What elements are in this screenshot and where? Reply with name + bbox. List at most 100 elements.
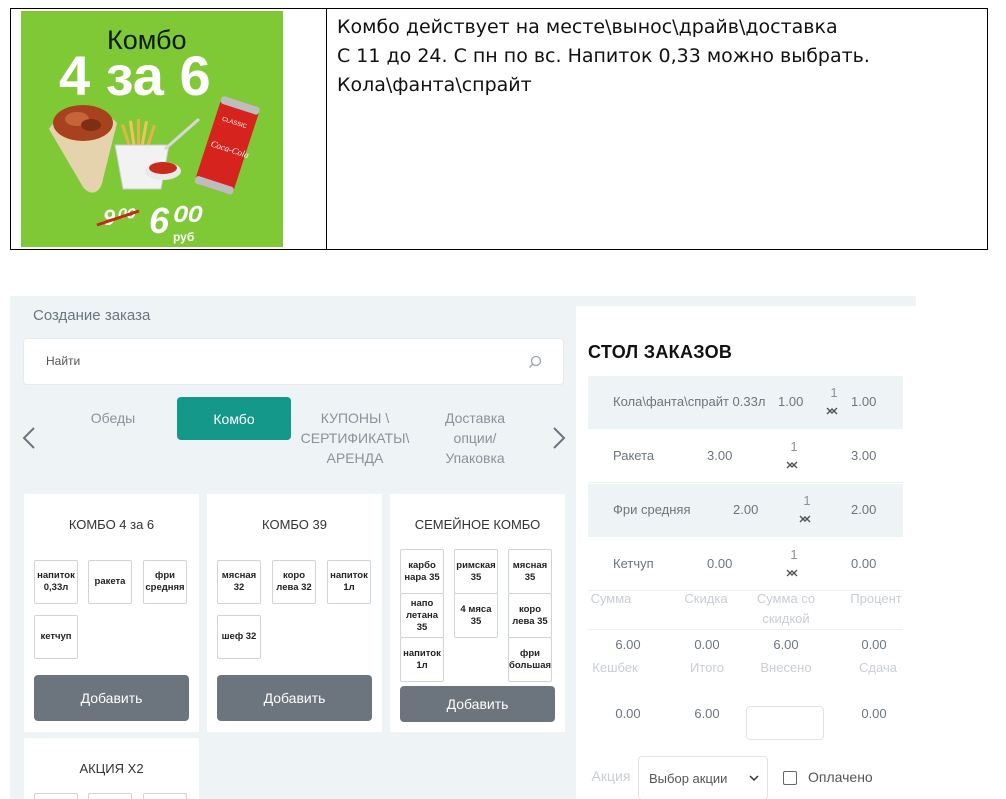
order-item-price: 3.00 <box>707 448 733 463</box>
order-item-price: 1.00 <box>778 394 804 409</box>
item-button[interactable]: мясная 32 <box>217 560 261 604</box>
banner-headline: 4 за 6 <box>59 44 211 107</box>
chevron-down-icon <box>749 775 759 782</box>
promo-description-cell: Комбо действует на месте\вынос\драйв\дос… <box>327 9 987 249</box>
paid-checkbox-label: Оплачено <box>808 769 873 785</box>
promo-line: Кола\фанта\спрайт <box>337 74 532 96</box>
combo-card: КОМБО 39 мясная 32 коро лева 32 напиток … <box>207 494 382 732</box>
combo-illustration: Комбо 4 за 6 CLASSIC Coca-Cola 6⁰⁰ руб <box>21 11 283 247</box>
item-button[interactable]: 4 мяса 35 <box>454 593 498 638</box>
order-item-name: Ракета <box>613 448 655 463</box>
chevron-down-icon[interactable] <box>826 403 838 414</box>
combo-card: АКЦИЯ Х2 <box>24 738 199 799</box>
card-title: КОМБО 4 за 6 <box>68 517 155 532</box>
order-item-name: Кетчуп <box>613 556 654 571</box>
tab-delivery-options[interactable]: Доставка опции/ Упаковка <box>430 408 520 468</box>
add-button[interactable]: Добавить <box>400 686 555 722</box>
order-item-price: 2.00 <box>733 502 759 517</box>
paid-amount-input[interactable] <box>746 706 824 740</box>
item-button[interactable]: мясная 35 <box>508 549 552 594</box>
order-row: Фри средняя 2.00 1 2.00 <box>588 484 903 537</box>
item-button[interactable]: напиток 1л <box>327 560 371 604</box>
order-panel: СТОЛ ЗАКАЗОВ Кола\фанта\спрайт 0.33л 1.0… <box>576 306 916 799</box>
price-currency: руб <box>173 230 194 244</box>
promo-label: Акция <box>591 768 631 784</box>
order-row: Кола\фанта\спрайт 0.33л 1.00 1 1.00 <box>588 376 903 429</box>
tab-combo[interactable]: Комбо <box>177 397 291 440</box>
quantity-stepper: 1 <box>786 439 802 469</box>
page-title: Создание заказа <box>33 307 151 324</box>
summary-label: Сумма <box>590 591 632 606</box>
summary-value: 6.00 <box>773 637 799 652</box>
item-button[interactable]: коро лева 32 <box>272 560 316 604</box>
search-icon[interactable] <box>527 354 543 370</box>
chevron-down-icon[interactable] <box>786 457 798 468</box>
order-item-price: 0.00 <box>707 556 733 571</box>
item-button[interactable] <box>88 793 132 799</box>
chevron-down-icon[interactable] <box>786 565 798 576</box>
item-button[interactable]: шеф 32 <box>217 615 261 659</box>
card-title: КОМБО 39 <box>262 517 327 532</box>
add-button[interactable]: Добавить <box>217 675 372 721</box>
order-creation-app: Создание заказа Обеды Комбо КУПОНЫ \ СЕР… <box>10 296 916 799</box>
item-button[interactable]: напиток 1л <box>400 637 444 682</box>
order-row: Ракета 3.00 1 3.00 <box>588 430 903 483</box>
payment-label: Внесено <box>760 660 812 675</box>
summary-value: 0.00 <box>694 637 720 652</box>
order-item-total: 0.00 <box>851 556 877 571</box>
order-item-name: Фри средняя <box>613 502 691 517</box>
item-button[interactable]: фри средняя <box>143 560 187 604</box>
order-item-name: Кола\фанта\спрайт 0.33л <box>613 394 766 409</box>
combo-card: КОМБО 4 за 6 напиток 0,33л ракета фри ср… <box>24 494 199 732</box>
order-item-qty: 1 <box>803 493 811 508</box>
promo-line: С 11 до 24. С пн по вс. Напиток 0,33 мож… <box>337 45 870 67</box>
order-item-total: 2.00 <box>851 502 877 517</box>
chevron-right-icon[interactable] <box>552 426 566 450</box>
summary-label: Сумма со скидкой <box>756 591 816 626</box>
payment-value: 6.00 <box>694 706 720 721</box>
summary-value: 0.00 <box>861 637 887 652</box>
item-button[interactable]: фри большая <box>508 637 552 682</box>
chevron-down-icon[interactable] <box>799 511 811 522</box>
order-item-qty: 1 <box>790 439 798 454</box>
item-button[interactable]: римская 35 <box>454 549 498 594</box>
quantity-stepper: 1 <box>786 547 802 577</box>
summary-value: 6.00 <box>615 637 641 652</box>
summary-label: Процент <box>850 591 902 606</box>
promo-select-value: Выбор акции <box>649 771 728 786</box>
payment-value: 0.00 <box>615 706 641 721</box>
payment-label: Итого <box>689 660 725 675</box>
order-item-qty: 1 <box>830 385 838 400</box>
card-title: СЕМЕЙНОЕ КОМБО <box>414 517 541 532</box>
promo-image-cell: Комбо 4 за 6 CLASSIC Coca-Cola 6⁰⁰ руб <box>11 9 327 249</box>
payment-label: Кешбек <box>592 660 638 675</box>
item-button[interactable] <box>143 793 187 799</box>
item-button[interactable]: напиток 0,33л <box>34 560 78 604</box>
search-input[interactable] <box>44 353 508 369</box>
item-button[interactable]: напо летана 35 <box>400 593 444 638</box>
item-button[interactable] <box>34 793 78 799</box>
card-title: АКЦИЯ Х2 <box>79 761 144 776</box>
item-button[interactable]: кетчуп <box>34 615 78 659</box>
add-button[interactable]: Добавить <box>34 675 189 721</box>
promo-select[interactable]: Выбор акции <box>638 756 768 799</box>
payment-value: 0.00 <box>861 706 887 721</box>
payment-label: Сдача <box>859 660 897 675</box>
summary-label: Скидка <box>684 591 728 606</box>
promo-line: Комбо действует на месте\вынос\драйв\дос… <box>337 16 838 38</box>
promo-banner-image: Комбо 4 за 6 CLASSIC Coca-Cola 6⁰⁰ руб <box>21 11 283 247</box>
quantity-stepper: 1 <box>826 385 842 415</box>
item-button[interactable]: карбо нара 35 <box>400 549 444 594</box>
tab-coupons[interactable]: КУПОНЫ \ СЕРТИФИКАТЫ\ АРЕНДА <box>298 408 412 468</box>
chevron-left-icon[interactable] <box>22 426 36 450</box>
item-button[interactable]: ракета <box>88 560 132 604</box>
tab-lunches[interactable]: Обеды <box>77 408 149 428</box>
order-row: Кетчуп 0.00 1 0.00 <box>588 538 903 591</box>
promo-table: Комбо 4 за 6 CLASSIC Coca-Cola 6⁰⁰ руб К… <box>10 8 988 250</box>
quantity-stepper: 1 <box>799 493 815 523</box>
combo-card: СЕМЕЙНОЕ КОМБО карбо нара 35 римская 35 … <box>390 494 565 732</box>
item-button[interactable]: коро лева 35 <box>508 593 552 638</box>
paid-checkbox[interactable] <box>783 771 797 785</box>
search-box <box>23 338 564 385</box>
order-item-total: 3.00 <box>851 448 877 463</box>
